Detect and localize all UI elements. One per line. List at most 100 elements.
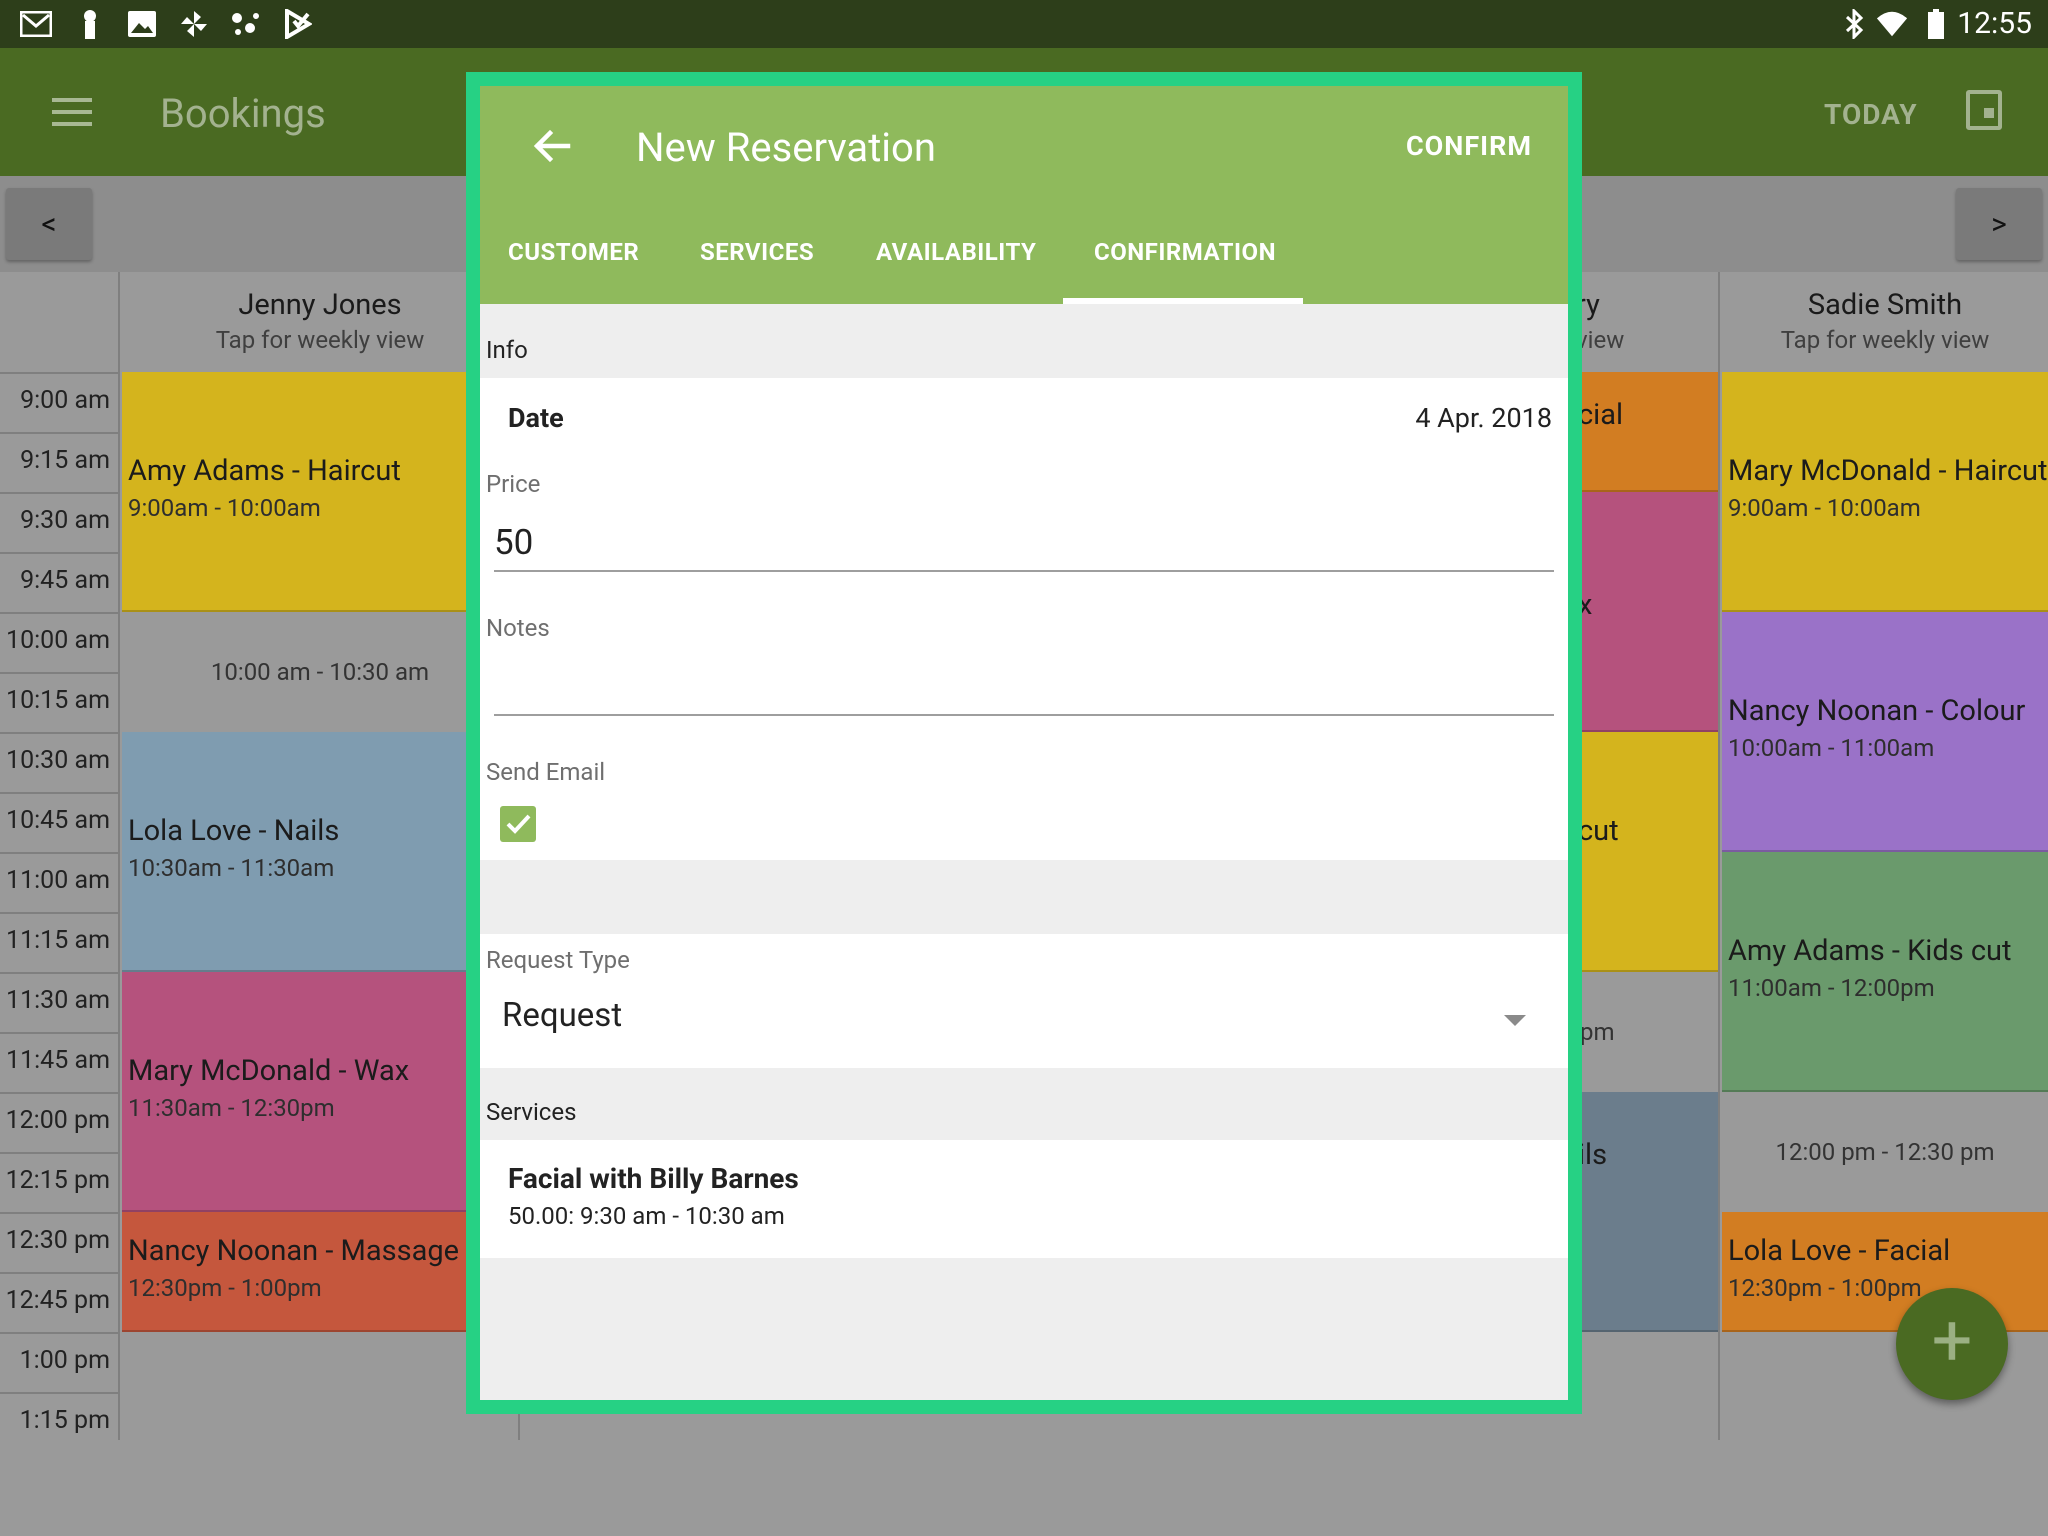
- appointment-card[interactable]: Nancy Noonan - Colour 10:00am - 11:00am: [1722, 612, 2048, 852]
- prev-day-button[interactable]: <: [6, 188, 92, 260]
- appointment-title: Mary McDonald - Haircut: [1728, 454, 2048, 488]
- price-input[interactable]: 50: [494, 522, 533, 563]
- bluetooth-icon: [1838, 8, 1870, 40]
- time-slot: 11:00 am: [0, 852, 120, 912]
- dropdown-arrow-icon: [1504, 1012, 1526, 1031]
- time-slot: 10:15 am: [0, 672, 120, 732]
- appointment-time: 9:00am - 10:00am: [128, 494, 321, 522]
- time-slot: 12:30 pm: [0, 1212, 120, 1272]
- appointment-card[interactable]: Amy Adams - Kids cut 11:00am - 12:00pm: [1722, 852, 2048, 1092]
- appointment-time: 9:00am - 10:00am: [1728, 494, 1921, 522]
- staff-column-sadie[interactable]: Sadie Smith Tap for weekly view Mary McD…: [1722, 272, 2048, 1440]
- time-slot: 12:15 pm: [0, 1152, 120, 1212]
- tab-customer[interactable]: CUSTOMER: [508, 238, 639, 266]
- appointment-time: 11:30am - 12:30pm: [128, 1094, 335, 1122]
- date-label: Date: [508, 402, 564, 434]
- appointment-title: Nancy Noonan - Massage: [128, 1234, 460, 1268]
- appointment-card[interactable]: Nancy Noonan - Massage 12:30pm - 1:00pm: [122, 1212, 518, 1332]
- appointment-card[interactable]: Mary McDonald - Wax 11:30am - 12:30pm: [122, 972, 518, 1212]
- time-slot: 11:30 am: [0, 972, 120, 1032]
- image-icon: [126, 8, 158, 40]
- request-type-label: Request Type: [486, 946, 630, 974]
- time-slot: 9:00 am: [0, 372, 120, 432]
- appointment-time: 12:30pm - 1:00pm: [1728, 1274, 1922, 1302]
- service-name: Facial with Billy Barnes: [508, 1162, 799, 1195]
- appointment-title: Nancy Noonan - Colour: [1728, 694, 2026, 728]
- appointment-card[interactable]: Amy Adams - Haircut 9:00am - 10:00am: [122, 372, 518, 612]
- staff-weekly-hint: Tap for weekly view: [215, 326, 425, 354]
- time-slot: 9:15 am: [0, 432, 120, 492]
- staff-header[interactable]: Sadie Smith Tap for weekly view: [1722, 272, 2048, 372]
- time-slot: 9:45 am: [0, 552, 120, 612]
- time-column: 9:00 am 9:15 am 9:30 am 9:45 am 10:00 am…: [0, 272, 120, 1440]
- free-slot[interactable]: 12:00 pm - 12:30 pm: [1722, 1138, 2048, 1166]
- staff-name: Jenny Jones: [238, 288, 402, 322]
- time-slot: 10:45 am: [0, 792, 120, 852]
- dialog-toolbar: New Reservation CONFIRM CUSTOMER SERVICE…: [480, 86, 1568, 304]
- today-button[interactable]: TODAY: [1824, 98, 1918, 131]
- date-value[interactable]: 4 Apr. 2018: [1415, 402, 1552, 434]
- gmail-icon: [20, 8, 52, 40]
- staff-name: ry: [1576, 288, 1600, 322]
- info-form: Date 4 Apr. 2018 Price 50 Notes Send Ema…: [480, 378, 1568, 860]
- notes-input[interactable]: [494, 658, 1554, 710]
- appointment-title: Lola Love - Facial: [1728, 1234, 1951, 1268]
- appointment-title: Mary McDonald - Wax: [128, 1054, 410, 1088]
- free-slot[interactable]: 10:00 am - 10:30 am: [122, 658, 518, 686]
- appointment-time: 11:00am - 12:00pm: [1728, 974, 1935, 1002]
- appointment-time: 10:30am - 11:30am: [128, 854, 335, 882]
- next-day-button[interactable]: >: [1956, 188, 2042, 260]
- time-slot: 12:00 pm: [0, 1092, 120, 1152]
- price-underline: [494, 570, 1554, 572]
- dots-icon: [230, 8, 262, 40]
- staff-name: Sadie Smith: [1807, 288, 1963, 322]
- tab-confirmation[interactable]: CONFIRMATION: [1094, 238, 1276, 266]
- time-slot: 10:00 am: [0, 612, 120, 672]
- staff-weekly-hint: Tap for weekly view: [1780, 326, 1990, 354]
- staff-header[interactable]: Jenny Jones Tap for weekly view: [122, 272, 518, 372]
- new-reservation-dialog: New Reservation CONFIRM CUSTOMER SERVICE…: [480, 86, 1568, 1400]
- wifi-icon: [1876, 8, 1908, 40]
- time-slot: 1:15 pm: [0, 1392, 120, 1440]
- time-slot: 1:00 pm: [0, 1332, 120, 1392]
- play-store-icon: [282, 8, 314, 40]
- request-type-value: Request: [502, 996, 623, 1035]
- time-slot: 10:30 am: [0, 732, 120, 792]
- add-booking-button[interactable]: +: [1896, 1288, 2008, 1400]
- notes-underline: [494, 714, 1554, 716]
- app-title: Bookings: [160, 90, 326, 137]
- time-slot: 11:15 am: [0, 912, 120, 972]
- request-type-select[interactable]: Request: [480, 990, 1568, 1056]
- status-time: 12:55: [1957, 6, 2032, 41]
- calendar-icon[interactable]: [1966, 90, 2002, 130]
- checkmark-icon: [506, 814, 531, 834]
- notes-label: Notes: [486, 614, 550, 642]
- services-section-label: Services: [486, 1098, 577, 1126]
- status-bar: 12:55: [0, 0, 2048, 48]
- confirm-button[interactable]: CONFIRM: [1406, 130, 1532, 162]
- menu-icon[interactable]: [52, 98, 92, 126]
- tab-availability[interactable]: AVAILABILITY: [876, 238, 1036, 266]
- back-arrow-icon[interactable]: [528, 122, 576, 170]
- active-tab-indicator: [1063, 298, 1303, 304]
- service-detail: 50.00: 9:30 am - 10:30 am: [508, 1202, 785, 1230]
- time-slot: 11:45 am: [0, 1032, 120, 1092]
- tab-services[interactable]: SERVICES: [700, 238, 814, 266]
- person-icon: [74, 8, 106, 40]
- send-email-label: Send Email: [486, 758, 606, 786]
- staff-weekly-hint: view: [1576, 326, 1625, 354]
- time-slot: 9:30 am: [0, 492, 120, 552]
- appointment-title: Amy Adams - Kids cut: [1728, 934, 2012, 968]
- request-type-block: Request Type Request: [480, 934, 1568, 1068]
- appointment-time: 10:00am - 11:00am: [1728, 734, 1935, 762]
- staff-column-jenny[interactable]: Jenny Jones Tap for weekly view Amy Adam…: [122, 272, 520, 1440]
- appointment-title: Amy Adams - Haircut: [128, 454, 401, 488]
- appointment-card[interactable]: Lola Love - Nails 10:30am - 11:30am: [122, 732, 518, 972]
- info-section-label: Info: [486, 336, 528, 364]
- pinwheel-icon: [178, 8, 210, 40]
- send-email-checkbox[interactable]: [500, 806, 536, 842]
- appointment-time: 12:30pm - 1:00pm: [128, 1274, 322, 1302]
- service-item[interactable]: Facial with Billy Barnes 50.00: 9:30 am …: [480, 1140, 1568, 1258]
- appointment-card[interactable]: Mary McDonald - Haircut 9:00am - 10:00am: [1722, 372, 2048, 612]
- dialog-title: New Reservation: [636, 124, 936, 171]
